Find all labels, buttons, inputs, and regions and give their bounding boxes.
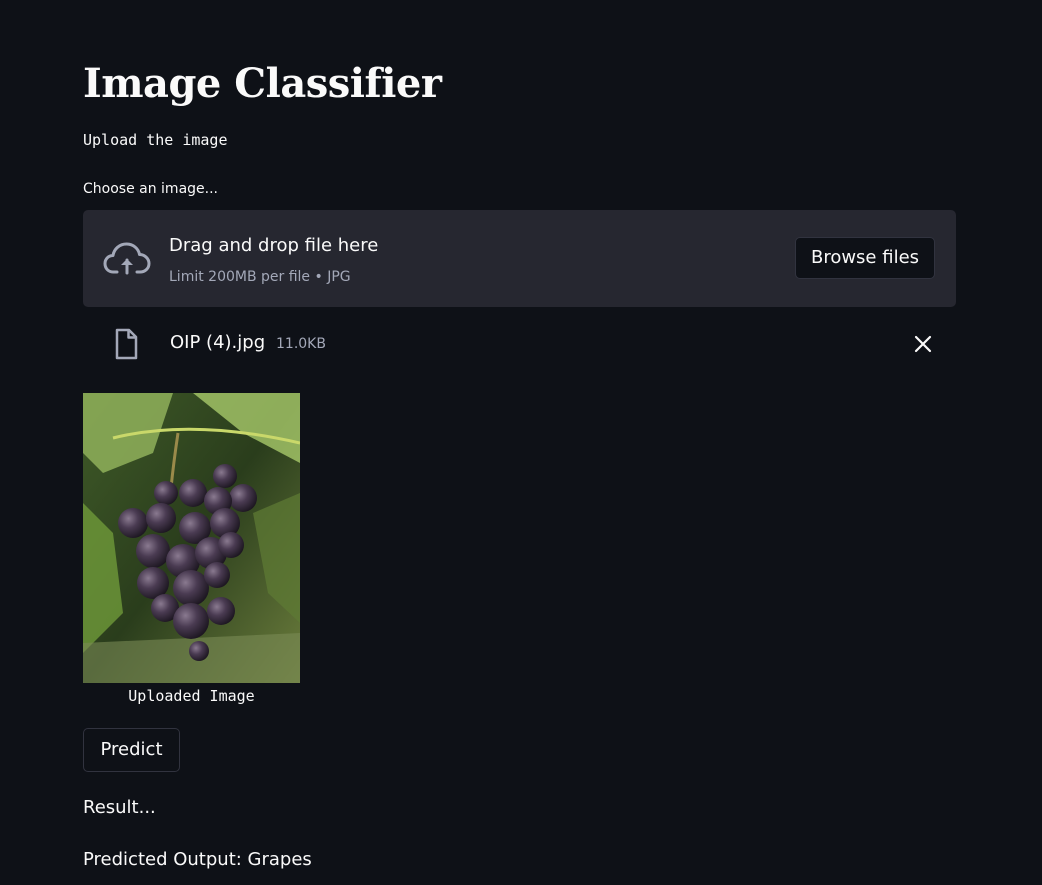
uploaded-image-preview	[83, 393, 300, 683]
file-dropzone[interactable]: Drag and drop file here Limit 200MB per …	[83, 210, 956, 307]
result-label: Result...	[83, 797, 156, 818]
dropzone-limit-text: Limit 200MB per file • JPG	[169, 269, 351, 285]
image-caption: Uploaded Image	[128, 687, 255, 705]
file-icon	[115, 328, 138, 360]
cloud-upload-icon	[103, 242, 151, 275]
browse-files-button[interactable]: Browse files	[795, 237, 935, 279]
dropzone-title: Drag and drop file here	[169, 235, 379, 256]
uploaded-file-row: OIP (4).jpg 11.0KB	[83, 322, 956, 364]
predict-button[interactable]: Predict	[83, 728, 180, 772]
file-uploader-label: Choose an image...	[83, 181, 218, 197]
uploaded-file-name: OIP (4).jpg	[170, 332, 266, 353]
predicted-output: Predicted Output: Grapes	[83, 849, 312, 870]
close-icon[interactable]	[910, 331, 936, 357]
uploaded-file-size: 11.0KB	[276, 336, 326, 352]
page-subtitle: Upload the image	[83, 131, 228, 149]
app-page: Image Classifier Upload the image Choose…	[0, 0, 1042, 885]
page-title: Image Classifier	[83, 60, 442, 107]
grapes-image	[83, 393, 300, 683]
